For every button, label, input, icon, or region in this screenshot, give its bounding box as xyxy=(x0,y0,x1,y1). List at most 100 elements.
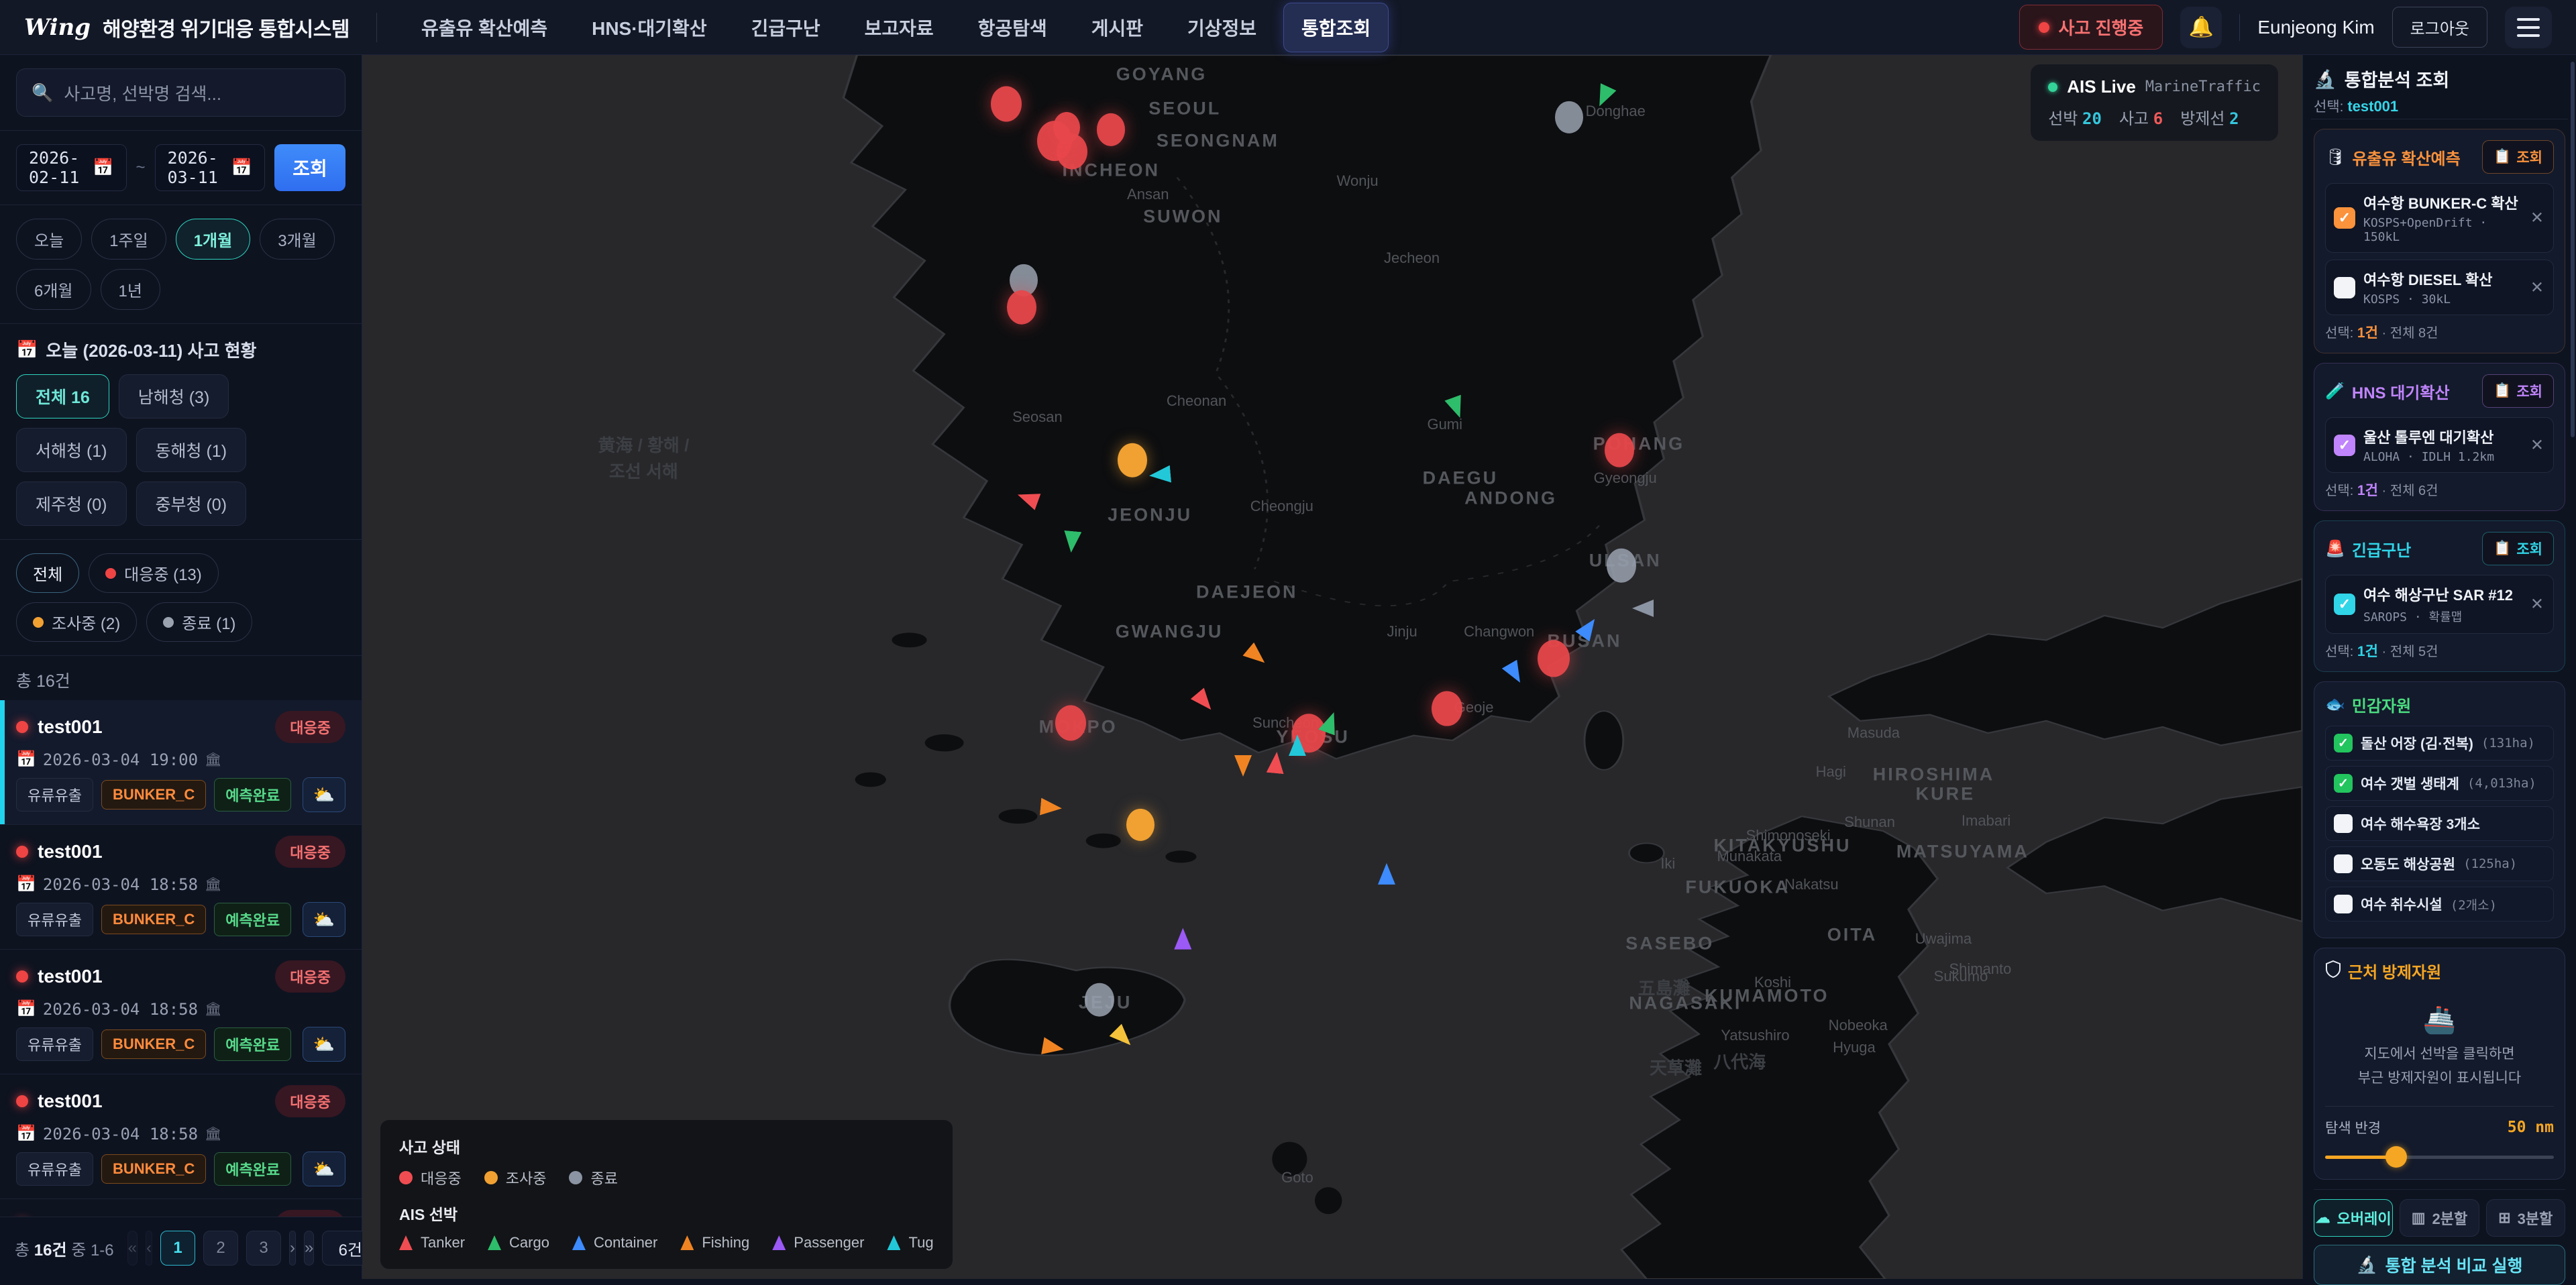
resource-checkbox[interactable] xyxy=(2334,854,2353,873)
region-chip[interactable]: 제주청 (0) xyxy=(16,482,127,526)
incident-marker-red[interactable] xyxy=(991,87,1022,122)
status-chip[interactable]: 종료 (1) xyxy=(146,602,252,642)
analysis-item[interactable]: ✓여수항 BUNKER-C 확산KOSPS+OpenDrift · 150kL✕ xyxy=(2325,183,2554,253)
nav-item-항공탐색[interactable]: 항공탐색 xyxy=(961,3,1065,52)
incident-marker-orange[interactable] xyxy=(1118,443,1147,478)
region-chip[interactable]: 전체 16 xyxy=(16,374,109,418)
resource-checkbox[interactable]: ✓ xyxy=(2334,774,2353,793)
incident-marker-red[interactable] xyxy=(1055,706,1086,741)
view-mode-3분할[interactable]: ⊞3분할 xyxy=(2486,1199,2565,1237)
incident-status-badge: 대응중 xyxy=(275,1210,345,1217)
analysis-item[interactable]: ✓울산 톨루엔 대기확산ALOHA · IDLH 1.2km✕ xyxy=(2325,417,2554,473)
card-query-button[interactable]: 📋조회 xyxy=(2482,532,2554,565)
page-button-2[interactable]: 2 xyxy=(203,1231,238,1266)
sensitive-resource-item[interactable]: 오동도 해상공원(125ha) xyxy=(2325,846,2554,881)
search-input[interactable]: 🔍 사고명, 선박명 검색... xyxy=(16,68,345,117)
card-query-button[interactable]: 📋조회 xyxy=(2482,374,2554,408)
incident-list-item[interactable]: test001대응중📅2026-03-04 18:58🏛유류유출BUNKER_C… xyxy=(0,825,362,950)
card-query-button[interactable]: 📋조회 xyxy=(2482,140,2554,174)
status-chip[interactable]: 대응중 (13) xyxy=(89,553,219,593)
range-chip-오늘[interactable]: 오늘 xyxy=(16,219,82,260)
resource-checkbox[interactable] xyxy=(2334,814,2353,833)
status-chip[interactable]: 전체 xyxy=(16,553,79,593)
incident-list-item[interactable]: test001대응중📅2026-03-04 18:58🏛유류유출BUNKER_C… xyxy=(0,1074,362,1199)
map-canvas[interactable]: GOYANGSEOULSEONGNAMINCHEONAnsanSUWONWonj… xyxy=(362,55,2302,1279)
remove-item-button[interactable]: ✕ xyxy=(2530,435,2544,455)
resource-checkbox[interactable] xyxy=(2334,895,2353,913)
weather-button[interactable]: ⛅ xyxy=(303,1027,345,1062)
status-chip[interactable]: 조사중 (2) xyxy=(16,602,137,642)
analysis-card: 🛢유출유 확산예측📋조회✓여수항 BUNKER-C 확산KOSPS+OpenDr… xyxy=(2314,129,2565,353)
date-query-button[interactable]: 조회 xyxy=(274,144,345,191)
analysis-item[interactable]: ✓여수 해상구난 SAR #12SAROPS · 확률맵✕ xyxy=(2325,575,2554,634)
sensitive-resource-item[interactable]: ✓여수 갯벌 생태계(4,013ha) xyxy=(2325,766,2554,801)
last-page-button[interactable]: » xyxy=(304,1231,314,1266)
incident-marker-red[interactable] xyxy=(1538,640,1570,677)
incident-marker-red[interactable] xyxy=(1007,290,1036,325)
first-page-button[interactable]: « xyxy=(127,1231,138,1266)
sensitive-resource-item[interactable]: 여수 취수시설(2개소) xyxy=(2325,887,2554,921)
next-page-button[interactable]: › xyxy=(289,1231,296,1266)
analysis-checkbox[interactable]: ✓ xyxy=(2334,207,2355,229)
logout-button[interactable]: 로그아웃 xyxy=(2392,7,2487,48)
radius-slider[interactable] xyxy=(2325,1146,2554,1168)
incident-marker-gray[interactable] xyxy=(1555,101,1583,133)
region-filter-chips: 전체 16남해청 (3) 서해청 (1)동해청 (1)제주청 (0)중부청 (0) xyxy=(16,374,345,526)
remove-item-button[interactable]: ✕ xyxy=(2530,595,2544,614)
analysis-card: 🚨긴급구난📋조회✓여수 해상구난 SAR #12SAROPS · 확률맵✕선택:… xyxy=(2314,520,2565,672)
range-chip-1주일[interactable]: 1주일 xyxy=(91,219,166,260)
slider-thumb[interactable] xyxy=(2385,1146,2407,1168)
analysis-checkbox[interactable]: ✓ xyxy=(2334,435,2355,456)
incident-list-item[interactable]: test001대응중📅2026-03-04 19:00🏛유류유출BUNKER_C… xyxy=(0,700,362,825)
incident-marker-red[interactable] xyxy=(1053,112,1080,143)
incident-marker-orange[interactable] xyxy=(1126,809,1155,841)
microscope-icon: 🔬 xyxy=(2314,68,2337,90)
remove-item-button[interactable]: ✕ xyxy=(2530,209,2544,228)
range-chip-3개월[interactable]: 3개월 xyxy=(260,219,335,260)
nav-item-유출유 확산예측[interactable]: 유출유 확산예측 xyxy=(404,3,565,52)
incident-marker-red[interactable] xyxy=(1605,433,1634,467)
incident-active-badge[interactable]: 사고 진행중 xyxy=(2019,5,2163,50)
incident-marker-red[interactable] xyxy=(1432,691,1462,726)
run-analysis-button[interactable]: 🔬 통합 분석 비교 실행 xyxy=(2314,1245,2565,1285)
date-from-input[interactable]: 2026-02-11 📅 xyxy=(16,144,127,191)
analysis-checkbox[interactable] xyxy=(2334,277,2355,298)
nav-item-HNS·대기확산[interactable]: HNS·대기확산 xyxy=(574,3,724,52)
sensitive-resource-item[interactable]: 여수 해수욕장 3개소 xyxy=(2325,806,2554,841)
range-chip-1개월[interactable]: 1개월 xyxy=(176,219,251,260)
remove-item-button[interactable]: ✕ xyxy=(2530,278,2544,297)
weather-button[interactable]: ⛅ xyxy=(303,777,345,812)
page-button-1[interactable]: 1 xyxy=(160,1231,195,1266)
incident-marker-red[interactable] xyxy=(1097,113,1125,146)
region-chip[interactable]: 동해청 (1) xyxy=(136,428,247,472)
region-chip[interactable]: 서해청 (1) xyxy=(16,428,127,472)
view-mode-2분할[interactable]: ▥2분할 xyxy=(2400,1199,2479,1237)
incident-marker-gray[interactable] xyxy=(1085,983,1114,1017)
nav-item-보고자료[interactable]: 보고자료 xyxy=(847,3,951,52)
incident-marker-gray[interactable] xyxy=(1607,549,1636,583)
range-chip-1년[interactable]: 1년 xyxy=(101,269,160,310)
resource-checkbox[interactable]: ✓ xyxy=(2334,734,2353,752)
live-dot-icon xyxy=(2048,82,2057,92)
view-mode-오버레이[interactable]: ☁오버레이 xyxy=(2314,1199,2393,1237)
panel-scrollbar[interactable] xyxy=(2571,62,2575,437)
menu-button[interactable] xyxy=(2505,7,2552,48)
prev-page-button[interactable]: ‹ xyxy=(146,1231,152,1266)
incident-list-item[interactable]: 테스트4대응중📅2026-03-04 17:45🏛유류유출BUNKER_C예측완… xyxy=(0,1199,362,1217)
notifications-button[interactable]: 🔔 xyxy=(2180,7,2222,48)
range-chip-6개월[interactable]: 6개월 xyxy=(16,269,91,310)
weather-button[interactable]: ⛅ xyxy=(303,1152,345,1186)
nav-item-게시판[interactable]: 게시판 xyxy=(1074,3,1161,52)
analysis-checkbox[interactable]: ✓ xyxy=(2334,594,2355,615)
weather-button[interactable]: ⛅ xyxy=(303,902,345,937)
region-chip[interactable]: 중부청 (0) xyxy=(136,482,247,526)
incident-list-item[interactable]: test001대응중📅2026-03-04 18:58🏛유류유출BUNKER_C… xyxy=(0,950,362,1074)
region-chip[interactable]: 남해청 (3) xyxy=(119,374,229,418)
nav-item-기상정보[interactable]: 기상정보 xyxy=(1170,3,1274,52)
nav-item-통합조회[interactable]: 통합조회 xyxy=(1283,3,1389,52)
nav-item-긴급구난[interactable]: 긴급구난 xyxy=(734,3,838,52)
date-to-input[interactable]: 2026-03-11 📅 xyxy=(155,144,266,191)
page-button-3[interactable]: 3 xyxy=(246,1231,281,1266)
analysis-item[interactable]: 여수항 DIESEL 확산KOSPS · 30kL✕ xyxy=(2325,260,2554,315)
sensitive-resource-item[interactable]: ✓돌산 어장 (김·전복)(131ha) xyxy=(2325,726,2554,761)
